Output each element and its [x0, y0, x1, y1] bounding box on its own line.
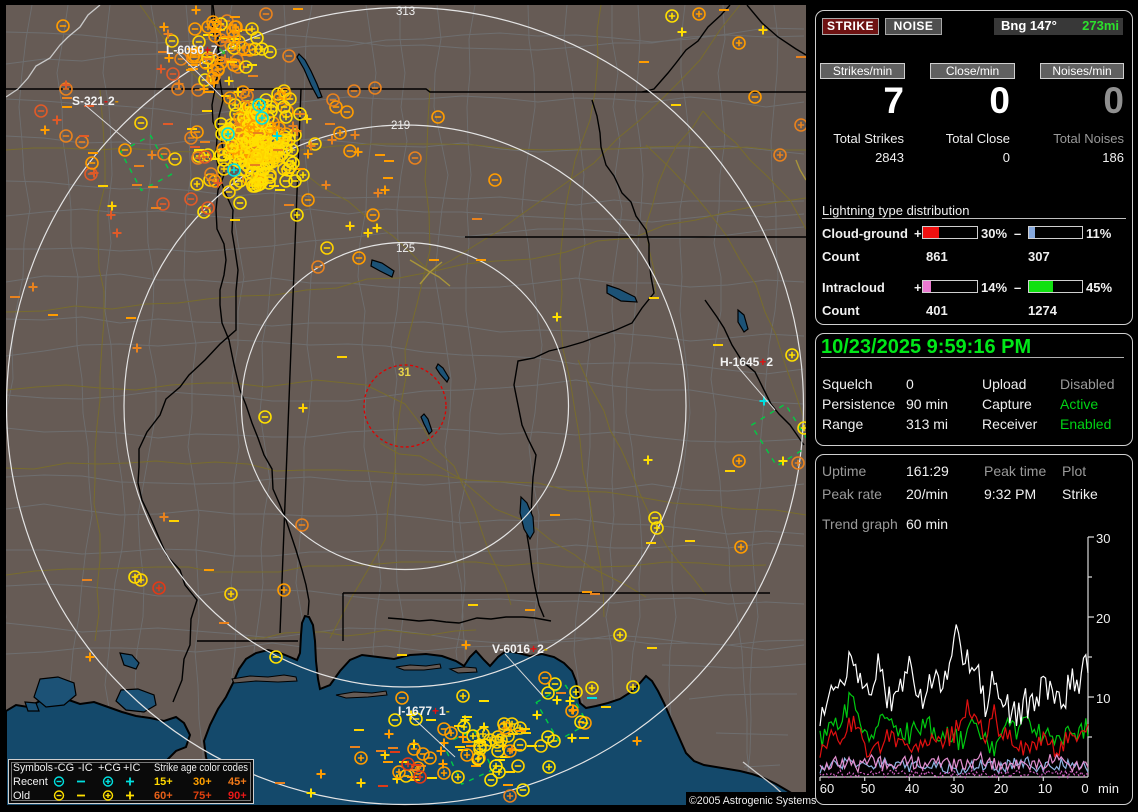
svg-text:313: 313	[396, 6, 415, 18]
svg-text:125: 125	[396, 243, 415, 255]
svg-text:Old: Old	[13, 790, 30, 802]
svg-text:31: 31	[398, 367, 411, 379]
svg-text:-IC: -IC	[78, 762, 93, 774]
svg-text:40: 40	[905, 781, 919, 796]
svg-text:Symbols: Symbols	[13, 762, 53, 774]
svg-text:min: min	[1098, 781, 1119, 796]
svg-text:H-1645+2: H-1645+2	[720, 355, 773, 369]
svg-text:50: 50	[861, 781, 875, 796]
svg-text:30: 30	[950, 781, 964, 796]
svg-text:+CG: +CG	[98, 762, 121, 774]
svg-text:Recent: Recent	[13, 776, 48, 788]
svg-text:45+: 45+	[228, 776, 247, 788]
svg-text:+IC: +IC	[123, 762, 140, 774]
svg-text:20: 20	[1096, 611, 1110, 626]
svg-text:I-1677+1-: I-1677+1-	[398, 704, 450, 718]
svg-text:10: 10	[1038, 781, 1052, 796]
svg-text:V-6016+2-: V-6016+2-	[492, 642, 548, 656]
svg-text:75+: 75+	[193, 790, 212, 802]
svg-text:30+: 30+	[193, 776, 212, 788]
svg-text:S-321-2-: S-321-2-	[72, 94, 119, 108]
svg-text:60: 60	[820, 781, 834, 796]
svg-text:15+: 15+	[154, 776, 173, 788]
svg-text:-CG: -CG	[54, 762, 74, 774]
svg-text:30: 30	[1096, 533, 1110, 546]
svg-text:90+: 90+	[228, 790, 247, 802]
svg-text:Strike age color codes: Strike age color codes	[154, 762, 248, 774]
svg-text:L-6050+7↘: L-6050+7↘	[166, 43, 226, 57]
svg-text:219: 219	[391, 120, 410, 132]
svg-text:10: 10	[1096, 691, 1110, 706]
svg-text:60+: 60+	[154, 790, 173, 802]
svg-text:0: 0	[1081, 781, 1088, 796]
svg-text:20: 20	[994, 781, 1008, 796]
